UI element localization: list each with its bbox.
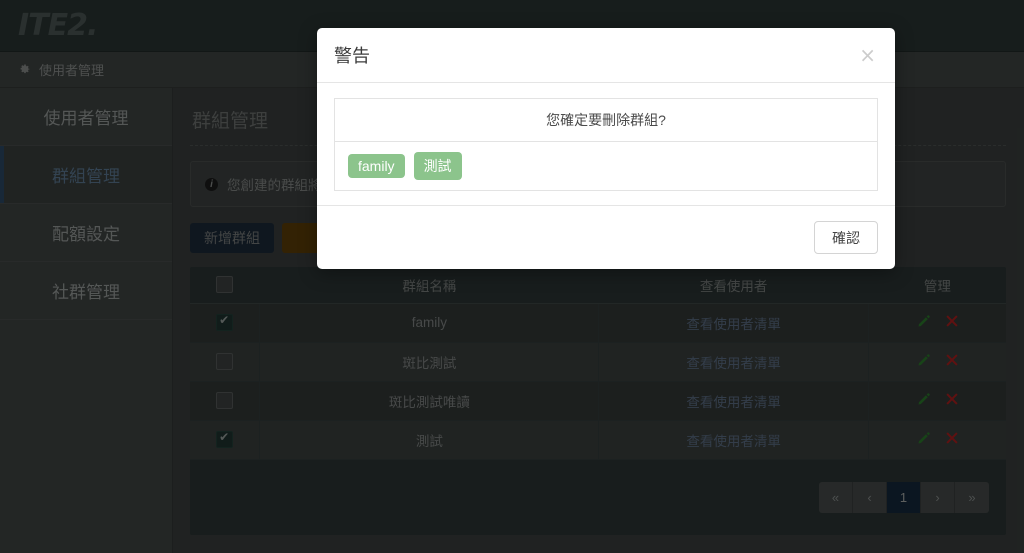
confirm-message: 您確定要刪除群組? <box>335 99 877 142</box>
warning-modal: 警告 × 您確定要刪除群組? family 測試 確認 <box>317 28 895 269</box>
group-badge: 測試 <box>413 152 462 180</box>
app-root: ITE2. 使用者管理 使用者管理 群組管理 配額設定 社群管理 群組管理 i … <box>0 0 1024 553</box>
modal-footer: 確認 <box>317 205 895 269</box>
modal-header: 警告 × <box>317 28 895 83</box>
confirm-box: 您確定要刪除群組? family 測試 <box>334 98 878 191</box>
modal-title: 警告 <box>334 46 370 66</box>
modal-body: 您確定要刪除群組? family 測試 <box>317 83 895 205</box>
group-badge: family <box>348 154 405 178</box>
confirm-button[interactable]: 確認 <box>814 221 878 254</box>
selected-groups-badges: family 測試 <box>335 142 877 190</box>
close-icon[interactable]: × <box>857 45 878 65</box>
